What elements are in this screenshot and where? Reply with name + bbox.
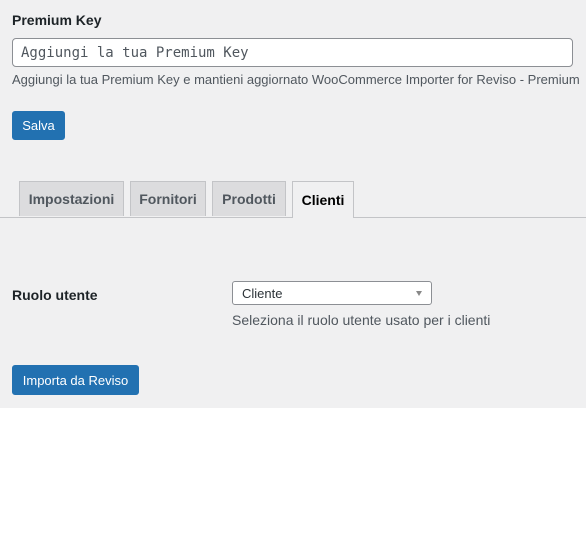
tab-bar: Impostazioni Fornitori Prodotti Clienti <box>0 181 586 218</box>
premium-key-input[interactable] <box>12 38 573 67</box>
tab-clienti[interactable]: Clienti <box>292 181 354 218</box>
tab-impostazioni[interactable]: Impostazioni <box>19 181 124 216</box>
premium-key-label: Premium Key <box>12 12 102 28</box>
user-role-label: Ruolo utente <box>12 287 98 303</box>
premium-key-description: Aggiungi la tua Premium Key e mantieni a… <box>12 72 580 87</box>
user-role-description: Seleziona il ruolo utente usato per i cl… <box>232 312 491 328</box>
settings-panel: Premium Key Aggiungi la tua Premium Key … <box>0 0 586 408</box>
user-role-selected-value: Cliente <box>242 285 283 301</box>
tab-fornitori[interactable]: Fornitori <box>130 181 206 216</box>
user-role-select[interactable]: Cliente <box>232 281 432 305</box>
import-from-reviso-button[interactable]: Importa da Reviso <box>12 365 139 395</box>
chevron-down-icon <box>416 291 422 296</box>
save-button[interactable]: Salva <box>12 111 65 140</box>
tab-prodotti[interactable]: Prodotti <box>212 181 286 216</box>
